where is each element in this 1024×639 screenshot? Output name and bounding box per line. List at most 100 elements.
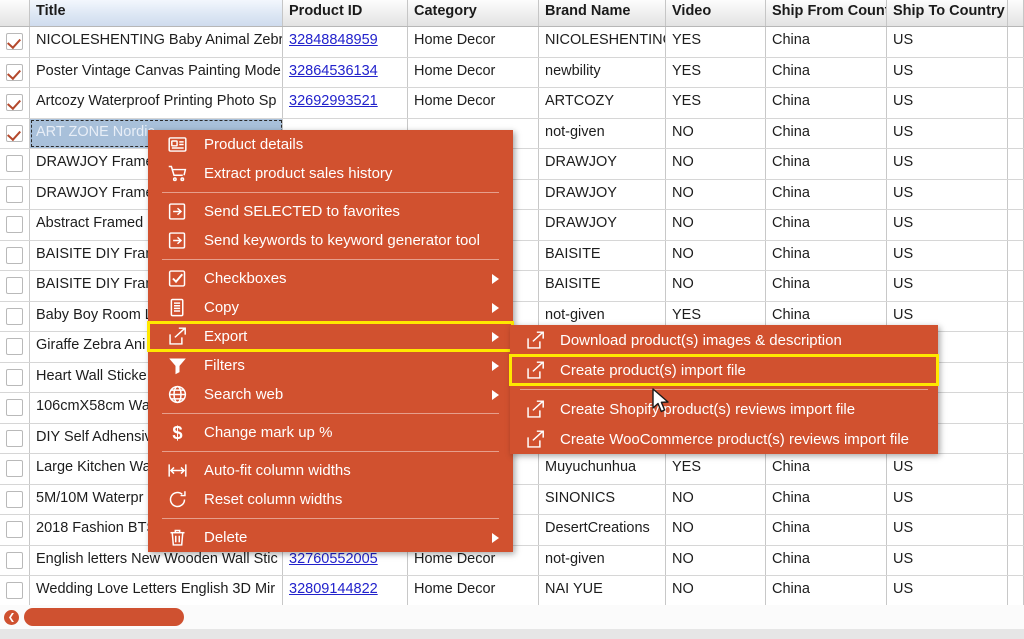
menu-item-search-web[interactable]: Search web	[148, 380, 513, 409]
row-checkbox-cell[interactable]	[0, 271, 30, 301]
row-checkbox[interactable]	[6, 307, 23, 325]
menu-separator	[520, 389, 928, 390]
svg-text:$: $	[172, 422, 182, 443]
menu-item-label: Create WooCommerce product(s) reviews im…	[560, 430, 909, 448]
row-checkbox-checked[interactable]	[6, 63, 23, 81]
menu-item-filters[interactable]: Filters	[148, 351, 513, 380]
row-cell-title: Wedding Love Letters English 3D Mir	[30, 576, 283, 606]
menu-item-product-details[interactable]: Product details	[148, 130, 513, 159]
export-icon	[166, 326, 188, 348]
chevron-right-icon	[492, 360, 499, 371]
row-checkbox[interactable]	[6, 277, 23, 295]
scrollbar-thumb[interactable]	[24, 608, 184, 626]
row-checkbox-cell[interactable]	[0, 362, 30, 392]
column-header-brand_name[interactable]: Brand Name	[539, 0, 666, 26]
row-cell-extra	[1008, 149, 1024, 179]
table-row[interactable]: Artcozy Waterproof Printing Photo Sp 3269…	[0, 88, 1024, 119]
column-header-ship_from_country[interactable]: Ship From Count	[766, 0, 887, 26]
row-cell-extra	[1008, 362, 1024, 392]
column-header-product_id[interactable]: Product ID	[283, 0, 408, 26]
product-id-link[interactable]: 32692993521	[289, 93, 378, 109]
column-header-blank[interactable]	[0, 0, 30, 26]
row-cell-brand_name: BAISITE	[539, 271, 666, 301]
row-cell-extra	[1008, 484, 1024, 514]
product-id-link[interactable]: 32848848959	[289, 32, 378, 48]
row-checkbox-cell[interactable]	[0, 545, 30, 575]
row-checkbox[interactable]	[6, 582, 23, 600]
row-checkbox-checked[interactable]	[6, 94, 23, 112]
row-checkbox[interactable]	[6, 521, 23, 539]
row-checkbox-cell[interactable]	[0, 240, 30, 270]
row-checkbox[interactable]	[6, 155, 23, 173]
row-cell-extra	[1008, 57, 1024, 87]
row-checkbox[interactable]	[6, 246, 23, 264]
chevron-right-icon	[492, 389, 499, 400]
product-id-link[interactable]: 32809144822	[289, 581, 378, 597]
row-checkbox-cell[interactable]	[0, 332, 30, 362]
context-menu[interactable]: Product details Extract product sales his…	[147, 130, 514, 552]
scroll-left-button[interactable]: ❮	[4, 610, 19, 625]
row-checkbox[interactable]	[6, 429, 23, 447]
menu-item-download-product-s-images-description[interactable]: Download product(s) images & description	[510, 325, 938, 355]
row-checkbox-cell[interactable]	[0, 301, 30, 331]
menu-item-copy[interactable]: Copy	[148, 293, 513, 322]
row-checkbox[interactable]	[6, 490, 23, 508]
column-header-ship_to_country[interactable]: Ship To Country	[887, 0, 1008, 26]
row-checkbox-checked[interactable]	[6, 124, 23, 142]
row-checkbox-cell[interactable]	[0, 27, 30, 57]
menu-item-create-shopify-product-s-reviews-import-file[interactable]: Create Shopify product(s) reviews import…	[510, 394, 938, 424]
menu-item-extract-product-sales-history[interactable]: Extract product sales history	[148, 159, 513, 188]
row-checkbox[interactable]	[6, 185, 23, 203]
row-checkbox-checked[interactable]	[6, 33, 23, 51]
menu-item-change-mark-up[interactable]: $ Change mark up %	[148, 418, 513, 447]
menu-item-create-woocommerce-product-s-reviews-import-file[interactable]: Create WooCommerce product(s) reviews im…	[510, 424, 938, 454]
row-cell-product_id[interactable]: 32864536134	[283, 57, 408, 87]
row-checkbox[interactable]	[6, 368, 23, 386]
menu-item-create-product-s-import-file[interactable]: Create product(s) import file	[509, 354, 939, 386]
product-id-link[interactable]: 32760552005	[289, 551, 378, 567]
menu-item-checkboxes[interactable]: Checkboxes	[148, 264, 513, 293]
table-row[interactable]: Poster Vintage Canvas Painting Mode 32864…	[0, 57, 1024, 88]
column-header-title[interactable]: Title	[30, 0, 283, 26]
export-submenu[interactable]: Download product(s) images & description…	[509, 325, 939, 454]
row-checkbox-cell[interactable]	[0, 515, 30, 545]
menu-item-send-keywords-to-keyword-generator-tool[interactable]: Send keywords to keyword generator tool	[148, 226, 513, 255]
row-cell-product_id[interactable]: 32692993521	[283, 88, 408, 118]
menu-item-reset-column-widths[interactable]: Reset column widths	[148, 485, 513, 514]
row-cell-ship_to_country: US	[887, 27, 1008, 57]
horizontal-scrollbar[interactable]: ❮	[0, 605, 1024, 629]
row-cell-product_id[interactable]: 32809144822	[283, 576, 408, 606]
row-checkbox-cell[interactable]	[0, 210, 30, 240]
product-id-link[interactable]: 32864536134	[289, 63, 378, 79]
row-checkbox-cell[interactable]	[0, 423, 30, 453]
row-cell-ship_to_country: US	[887, 88, 1008, 118]
row-checkbox[interactable]	[6, 460, 23, 478]
menu-item-auto-fit-column-widths[interactable]: Auto-fit column widths	[148, 456, 513, 485]
row-checkbox-cell[interactable]	[0, 576, 30, 606]
row-checkbox-cell[interactable]	[0, 484, 30, 514]
column-header-blank[interactable]	[1008, 0, 1024, 26]
row-checkbox-cell[interactable]	[0, 88, 30, 118]
row-checkbox-cell[interactable]	[0, 454, 30, 484]
row-checkbox-cell[interactable]	[0, 57, 30, 87]
row-cell-category: Home Decor	[408, 88, 539, 118]
row-cell-video: NO	[666, 240, 766, 270]
row-checkbox-cell[interactable]	[0, 118, 30, 148]
row-checkbox-cell[interactable]	[0, 149, 30, 179]
row-checkbox-cell[interactable]	[0, 393, 30, 423]
menu-item-send-selected-to-favorites[interactable]: Send SELECTED to favorites	[148, 197, 513, 226]
column-header-video[interactable]: Video	[666, 0, 766, 26]
row-checkbox[interactable]	[6, 399, 23, 417]
column-header-category[interactable]: Category	[408, 0, 539, 26]
menu-item-export[interactable]: Export	[147, 321, 514, 352]
row-cell-product_id[interactable]: 32848848959	[283, 27, 408, 57]
menu-item-label: Send keywords to keyword generator tool	[204, 232, 480, 249]
table-row[interactable]: Wedding Love Letters English 3D Mir 32809…	[0, 576, 1024, 607]
row-checkbox[interactable]	[6, 338, 23, 356]
table-row[interactable]: NICOLESHENTING Baby Animal Zebra 32848848…	[0, 27, 1024, 58]
dollar-icon: $	[166, 422, 188, 444]
row-checkbox-cell[interactable]	[0, 179, 30, 209]
row-checkbox[interactable]	[6, 551, 23, 569]
row-checkbox[interactable]	[6, 216, 23, 234]
menu-item-delete[interactable]: Delete	[148, 523, 513, 552]
